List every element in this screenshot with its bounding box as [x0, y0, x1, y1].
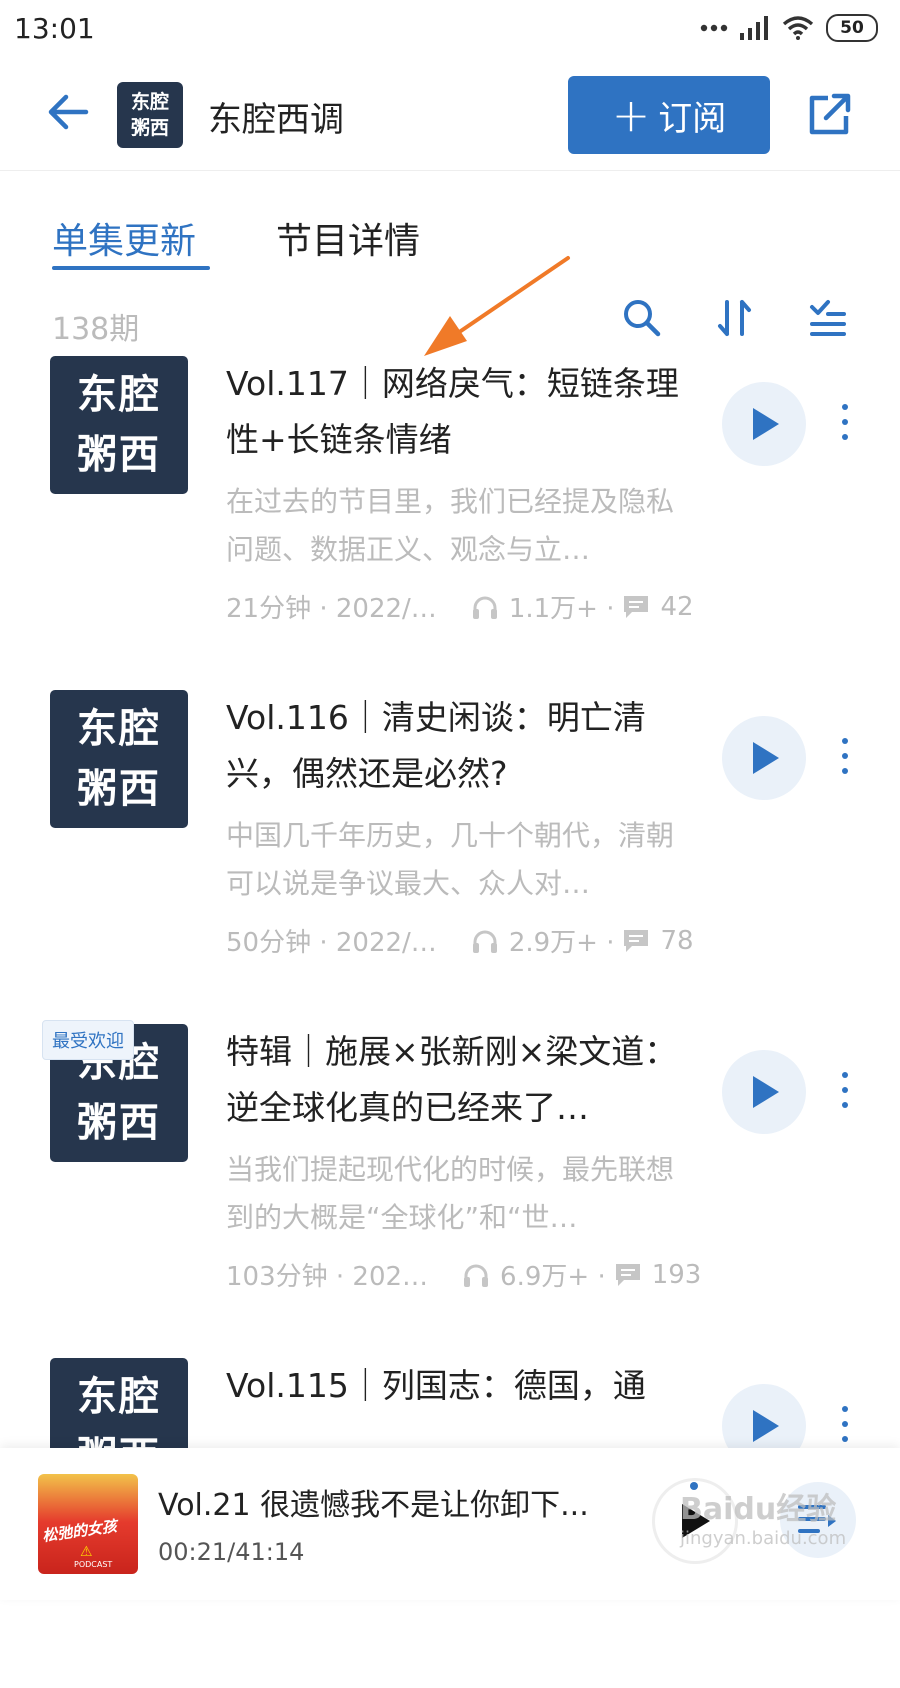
comment-icon	[624, 595, 649, 618]
episode-cover: 东腔 粥西	[50, 690, 188, 828]
play-icon	[753, 742, 779, 774]
episode-description: 中国几千年历史，几十个朝代，清朝可以说是争议最大、众人对…	[226, 819, 675, 900]
play-button[interactable]	[722, 382, 806, 466]
episode-item[interactable]: 东腔 粥西 Vol.116｜清史闲谈：明亡清兴，偶然还是必然? 中国几千年历史，…	[0, 690, 900, 1020]
episode-item[interactable]: 东腔 粥西 最受欢迎 特辑｜施展×张新刚×梁文道：逆全球化真的已经来了… 当我们…	[0, 1020, 900, 1354]
episode-duration-date: 103分钟 · 202…	[226, 1262, 429, 1292]
episode-description: 当我们提起现代化的时候，最先联想到的大概是“全球化”和“世…	[226, 1153, 675, 1234]
popular-badge: 最受欢迎	[42, 1020, 134, 1060]
episode-comments: 78	[660, 925, 694, 956]
more-options-icon[interactable]	[842, 1072, 848, 1108]
warning-icon: ⚠	[80, 1544, 93, 1560]
episode-plays: 2.9万+ ·	[508, 928, 615, 958]
comment-icon	[624, 929, 649, 952]
episode-description: 在过去的节目里，我们已经提及隐私问题、数据正义、观念与立…	[226, 485, 675, 566]
episode-title[interactable]: Vol.116｜清史闲谈：明亡清兴，偶然还是必然?	[226, 690, 696, 802]
episode-duration-date: 21分钟 · 2022/…	[226, 594, 437, 624]
episode-plays: 6.9万+ ·	[500, 1262, 606, 1292]
headphones-icon	[472, 596, 497, 619]
episode-title[interactable]: Vol.117｜网络戾气：短链条理性+长链条情绪	[226, 356, 696, 468]
watermark: Baidu经验 jingyan.baidu.com	[680, 1492, 847, 1549]
episode-cover: 东腔 粥西	[50, 356, 188, 494]
play-button[interactable]	[722, 1050, 806, 1134]
more-options-icon[interactable]	[842, 1406, 848, 1442]
episode-duration-date: 50分钟 · 2022/…	[226, 928, 437, 958]
episode-item[interactable]: 东腔 粥西 Vol.117｜网络戾气：短链条理性+长链条情绪 在过去的节目里，我…	[0, 356, 900, 686]
episode-meta: 21分钟 · 2022/… 1.1万+ · 42	[226, 588, 706, 625]
comment-icon	[615, 1263, 640, 1286]
player-cover[interactable]: 松弛的女孩 ⚠ PODCAST	[38, 1474, 138, 1574]
headphones-icon	[472, 930, 497, 953]
play-icon	[753, 408, 779, 440]
episode-comments: 193	[651, 1259, 702, 1290]
episode-title[interactable]: Vol.115｜列国志：德国，通	[226, 1358, 696, 1414]
episode-meta: 103分钟 · 202… 6.9万+ · 193	[226, 1256, 706, 1293]
episode-title[interactable]: 特辑｜施展×张新刚×梁文道：逆全球化真的已经来了…	[226, 1024, 696, 1136]
more-options-icon[interactable]	[842, 404, 848, 440]
episode-comments: 42	[660, 591, 694, 622]
player-episode-title[interactable]: Vol.21 很遗憾我不是让你卸下...	[158, 1480, 598, 1524]
play-button[interactable]	[722, 716, 806, 800]
play-icon	[753, 1410, 779, 1442]
headphones-icon	[464, 1264, 489, 1287]
more-options-icon[interactable]	[842, 738, 848, 774]
episode-plays: 1.1万+ ·	[508, 594, 615, 624]
player-time: 00:21/41:14	[158, 1538, 305, 1566]
episode-meta: 50分钟 · 2022/… 2.9万+ · 78	[226, 922, 706, 959]
play-icon	[753, 1076, 779, 1108]
